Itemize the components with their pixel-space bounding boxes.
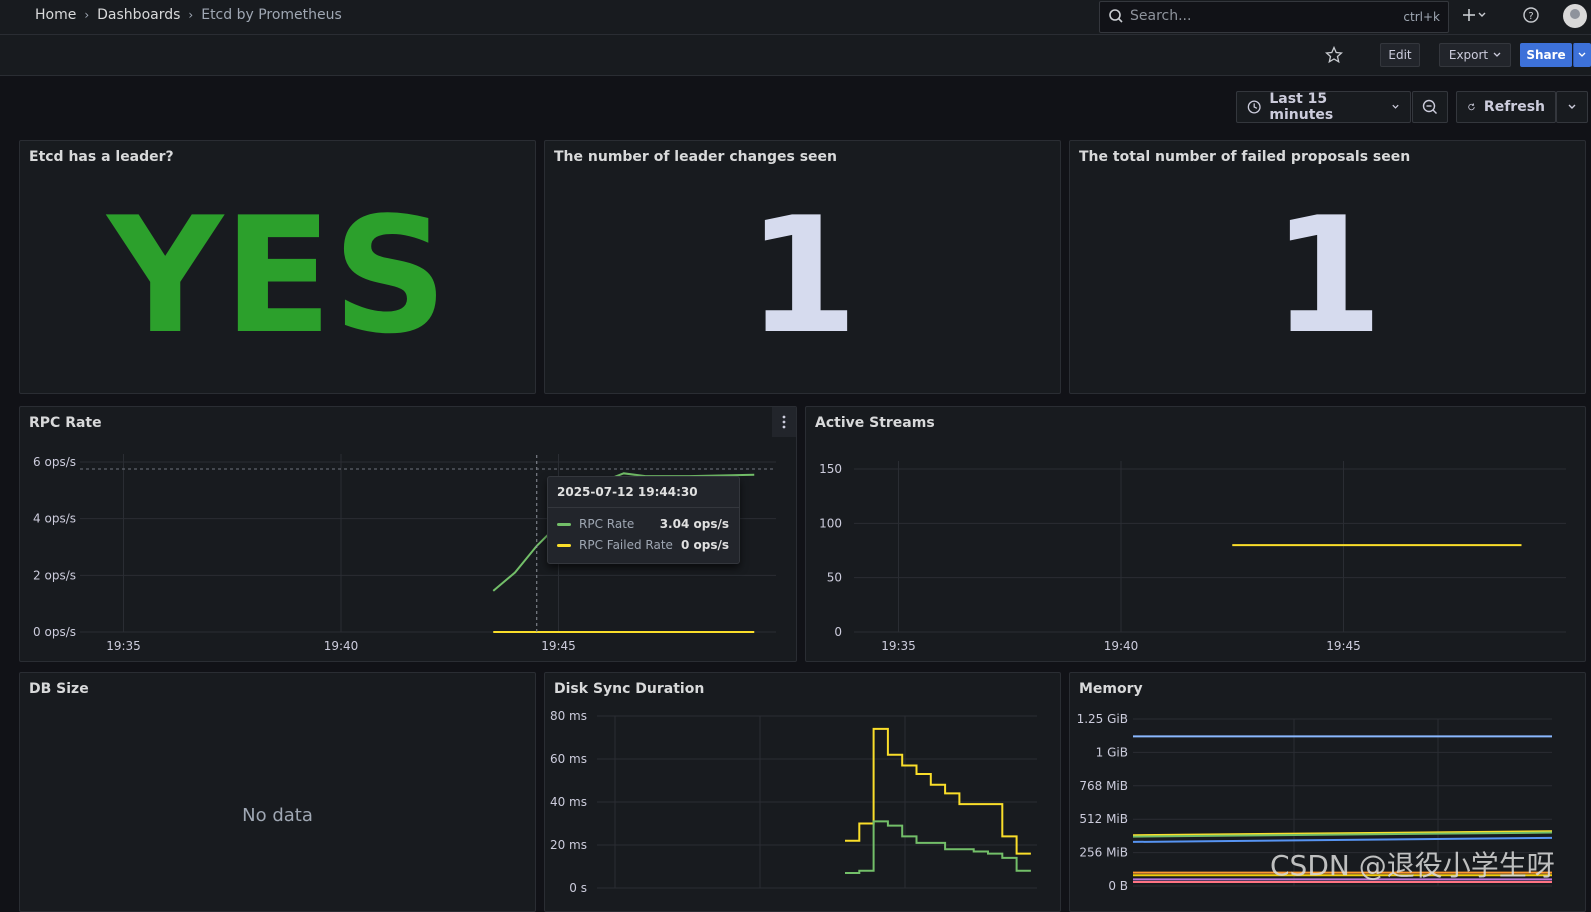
share-dropdown-button[interactable] [1573,43,1591,67]
panel-title: DB Size [29,681,89,697]
stat-value: 1 [1271,182,1384,369]
top-nav-bar: Home › Dashboards › Etcd by Prometheus S… [0,0,1591,35]
y-tick-label: 1.25 GiB [1077,712,1128,726]
active-streams-chart[interactable]: 0 50 100 150 19:35 19:40 19:45 [806,407,1585,661]
export-button-label: Export [1448,48,1489,62]
y-tick-label: 150 [819,462,842,476]
tooltip-row: RPC Rate 3.04 ops/s [557,517,729,533]
x-tick-label: 19:45 [541,639,576,653]
panel-active-streams[interactable]: Active Streams 0 50 100 150 19:35 19:40 19:45 [805,406,1586,662]
panel-title: The number of leader changes seen [554,149,838,165]
y-tick-label: 2 ops/s [33,568,76,582]
time-range-picker[interactable]: Last 15 minutes [1236,91,1411,123]
breadcrumb-chevron-icon: › [188,8,194,22]
panel-title: Etcd has a leader? [29,149,174,165]
y-tick-label: 1 GiB [1096,745,1128,759]
chevron-down-icon [1493,52,1501,57]
panel-rpc-rate[interactable]: RPC Rate 0 ops/s 2 ops/s 4 ops/s 6 ops/s 19:… [19,406,797,662]
y-tick-label: 0 ops/s [33,625,76,639]
tooltip-series-value: 0 ops/s [680,538,729,552]
breadcrumb-chevron-icon: › [84,8,90,22]
zoom-out-button[interactable] [1412,91,1448,123]
panel-title: The total number of failed proposals see… [1079,149,1411,165]
svg-text:?: ? [1528,11,1533,22]
search-placeholder: Search... [1130,8,1192,24]
search-shortcut: ctrl+k [1403,10,1440,24]
chevron-down-icon [1578,52,1586,57]
share-button-label: Share [1526,48,1566,62]
search-input[interactable]: Search... ctrl+k [1099,1,1449,33]
breadcrumb-home[interactable]: Home [35,7,76,23]
search-icon [1108,8,1124,28]
x-tick-label: 19:45 [1326,639,1361,653]
clock-icon [1247,100,1261,114]
panel-db-size[interactable]: DB Size No data [19,672,536,912]
panel-leader[interactable]: Etcd has a leader? YES [19,140,536,394]
no-data-message: No data [242,805,313,826]
x-tick-label: 19:35 [106,639,141,653]
stat-value: 1 [746,182,859,369]
y-tick-label: 512 MiB [1079,812,1128,826]
y-tick-label: 60 ms [550,752,587,766]
tooltip-series-name: RPC Failed Rate [579,538,673,552]
zoom-out-icon [1422,99,1437,114]
tooltip-series-name: RPC Rate [579,517,635,531]
panel-leader-changes[interactable]: The number of leader changes seen 1 [544,140,1061,394]
chevron-down-icon [1568,104,1576,109]
avatar[interactable] [1563,4,1587,28]
help-icon[interactable]: ? [1522,6,1540,28]
legend-swatch [557,544,571,547]
tooltip-divider [548,507,739,508]
add-new-icon[interactable] [1462,6,1488,30]
y-tick-label: 50 [827,571,842,585]
breadcrumb-dashboards[interactable]: Dashboards [97,7,180,23]
time-range-label: Last 15 minutes [1269,91,1334,123]
share-button[interactable]: Share [1520,43,1572,67]
y-tick-label: 80 ms [550,709,587,723]
x-tick-label: 19:40 [1104,639,1139,653]
breadcrumb-current: Etcd by Prometheus [201,7,342,23]
y-tick-label: 40 ms [550,795,587,809]
stat-value: YES [107,182,448,369]
y-tick-label: 0 s [569,881,587,895]
y-tick-label: 256 MiB [1079,846,1128,860]
refresh-label: Refresh [1483,99,1545,115]
panel-failed-proposals[interactable]: The total number of failed proposals see… [1069,140,1586,394]
edit-button[interactable]: Edit [1380,43,1420,67]
y-tick-label: 100 [819,516,842,530]
export-button[interactable]: Export [1439,43,1511,67]
refresh-interval-dropdown[interactable] [1556,91,1588,123]
y-tick-label: 6 ops/s [33,455,76,469]
y-tick-label: 4 ops/s [33,512,76,526]
tooltip-series-value: 3.04 ops/s [659,517,729,531]
tooltip-row: RPC Failed Rate 0 ops/s [557,538,729,554]
dashboard-toolbar: Edit Export Share [0,35,1591,76]
tooltip-time: 2025-07-12 19:44:30 [557,485,698,499]
watermark: CSDN @退役小学生呀 [1270,849,1555,882]
refresh-button[interactable]: Refresh [1456,91,1556,123]
legend-swatch [557,523,571,526]
y-tick-label: 0 B [1108,879,1128,893]
y-tick-label: 768 MiB [1079,779,1128,793]
series-line [1132,836,1553,843]
star-icon[interactable] [1324,45,1344,68]
y-tick-label: 0 [834,625,842,639]
x-tick-label: 19:40 [324,639,359,653]
disk-sync-chart[interactable]: 0 s 20 ms 40 ms 60 ms 80 ms [545,673,1060,911]
edit-button-label: Edit [1388,48,1412,62]
refresh-icon [1468,103,1475,111]
chevron-down-icon [1392,104,1399,109]
x-tick-label: 19:35 [881,639,916,653]
y-tick-label: 20 ms [550,838,587,852]
breadcrumb: Home › Dashboards › Etcd by Prometheus [35,7,342,23]
chart-tooltip: 2025-07-12 19:44:30 RPC Rate 3.04 ops/s … [547,476,740,564]
panel-disk-sync[interactable]: Disk Sync Duration 0 s 20 ms 40 ms 60 ms 80 … [544,672,1061,912]
